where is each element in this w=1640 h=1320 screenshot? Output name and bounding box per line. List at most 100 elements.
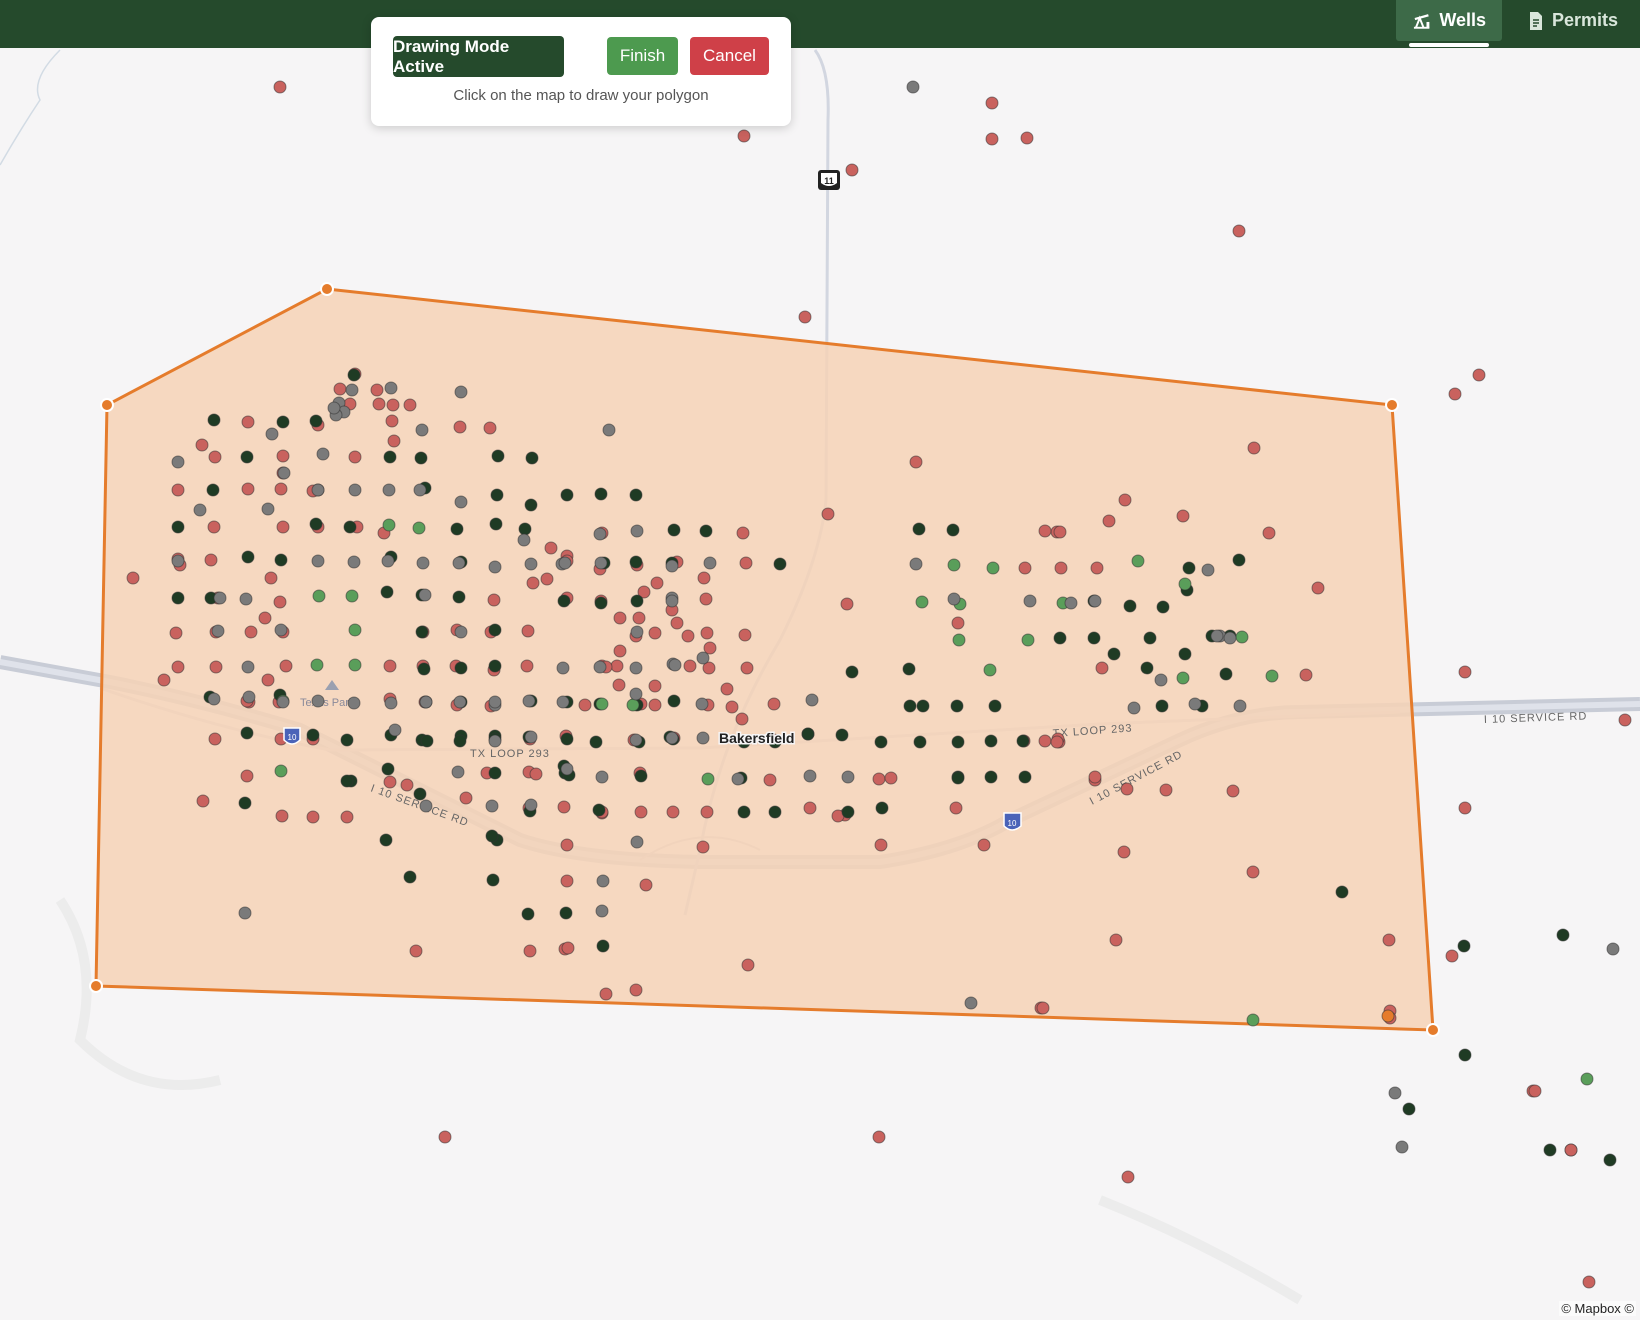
well-marker-gray[interactable] [239, 592, 253, 606]
well-marker-red[interactable] [612, 678, 626, 692]
well-marker-green[interactable] [310, 658, 324, 672]
well-marker-red[interactable] [438, 1130, 452, 1144]
well-marker-gray[interactable] [630, 835, 644, 849]
polygon-vertex-handle[interactable] [100, 398, 114, 412]
well-marker-gray[interactable] [485, 799, 499, 813]
well-marker-gray[interactable] [242, 690, 256, 704]
well-marker-dark[interactable] [903, 699, 917, 713]
well-marker-gray[interactable] [665, 559, 679, 573]
well-marker-gray[interactable] [629, 687, 643, 701]
well-marker-green[interactable] [274, 764, 288, 778]
well-marker-red[interactable] [279, 659, 293, 673]
well-marker-red[interactable] [523, 944, 537, 958]
well-marker-dark[interactable] [984, 734, 998, 748]
well-marker-red[interactable] [273, 595, 287, 609]
well-marker-red[interactable] [699, 592, 713, 606]
cancel-button[interactable]: Cancel [690, 37, 769, 75]
well-marker-dark[interactable] [592, 803, 606, 817]
well-marker-red[interactable] [276, 520, 290, 534]
well-marker-gray[interactable] [805, 693, 819, 707]
well-marker-red[interactable] [840, 597, 854, 611]
well-marker-red[interactable] [171, 483, 185, 497]
well-marker-dark[interactable] [490, 488, 504, 502]
well-marker-red[interactable] [1472, 368, 1486, 382]
well-marker-gray[interactable] [207, 692, 221, 706]
well-marker-dark[interactable] [414, 451, 428, 465]
well-marker-dark[interactable] [773, 557, 787, 571]
well-marker-red[interactable] [1121, 1170, 1135, 1184]
well-marker-gray[interactable] [524, 798, 538, 812]
well-marker-red[interactable] [560, 838, 574, 852]
well-marker-red[interactable] [613, 611, 627, 625]
well-marker-red[interactable] [557, 800, 571, 814]
well-marker-dark[interactable] [485, 829, 499, 843]
well-marker-gray[interactable] [1201, 563, 1215, 577]
well-marker-red[interactable] [1095, 661, 1109, 675]
well-marker-red[interactable] [386, 398, 400, 412]
well-marker-dark[interactable] [452, 590, 466, 604]
well-marker-red[interactable] [610, 659, 624, 673]
well-marker-red[interactable] [648, 698, 662, 712]
well-marker-gray[interactable] [277, 466, 291, 480]
well-marker-gray[interactable] [1233, 699, 1247, 713]
well-marker-dark[interactable] [1087, 631, 1101, 645]
well-marker-dark[interactable] [521, 907, 535, 921]
well-marker-dark[interactable] [841, 805, 855, 819]
well-marker-red[interactable] [977, 838, 991, 852]
well-marker-dark[interactable] [875, 801, 889, 815]
well-marker-dark[interactable] [667, 694, 681, 708]
well-marker-red[interactable] [521, 624, 535, 638]
well-marker-red[interactable] [1117, 845, 1131, 859]
well-marker-red[interactable] [370, 383, 384, 397]
well-marker-dark[interactable] [274, 553, 288, 567]
well-marker-dark[interactable] [1402, 1102, 1416, 1116]
well-marker-gray[interactable] [556, 661, 570, 675]
well-marker-green[interactable] [1131, 554, 1145, 568]
well-marker-dark[interactable] [1458, 1048, 1472, 1062]
well-marker-red[interactable] [540, 572, 554, 586]
well-marker-dark[interactable] [699, 524, 713, 538]
well-marker-dark[interactable] [454, 661, 468, 675]
well-marker-dark[interactable] [946, 523, 960, 537]
well-marker-red[interactable] [385, 414, 399, 428]
well-marker-red[interactable] [1176, 509, 1190, 523]
well-marker-gray[interactable] [1606, 942, 1620, 956]
well-marker-red[interactable] [725, 700, 739, 714]
well-marker-red[interactable] [1038, 734, 1052, 748]
well-marker-gray[interactable] [947, 592, 961, 606]
well-marker-gray[interactable] [274, 623, 288, 637]
well-marker-gray[interactable] [316, 447, 330, 461]
well-marker-red[interactable] [453, 420, 467, 434]
well-marker-gray[interactable] [630, 524, 644, 538]
well-marker-gray[interactable] [311, 694, 325, 708]
well-marker-dark[interactable] [1543, 1143, 1557, 1157]
well-marker-red[interactable] [333, 382, 347, 396]
well-marker-gray[interactable] [382, 483, 396, 497]
well-marker-dark[interactable] [801, 727, 815, 741]
well-marker-green[interactable] [348, 623, 362, 637]
well-marker-dark[interactable] [171, 591, 185, 605]
well-marker-red[interactable] [741, 958, 755, 972]
well-marker-gray[interactable] [595, 904, 609, 918]
well-marker-gray[interactable] [593, 527, 607, 541]
well-marker-red[interactable] [740, 661, 754, 675]
well-marker-dark[interactable] [381, 762, 395, 776]
well-marker-red[interactable] [639, 878, 653, 892]
well-marker-red[interactable] [208, 450, 222, 464]
well-marker-dark[interactable] [984, 770, 998, 784]
well-marker-dark[interactable] [1335, 885, 1349, 899]
finish-button[interactable]: Finish [607, 37, 678, 75]
well-marker-red[interactable] [821, 507, 835, 521]
well-marker-red[interactable] [1458, 665, 1472, 679]
well-marker-gray[interactable] [558, 556, 572, 570]
well-marker-red[interactable] [276, 449, 290, 463]
well-marker-dark[interactable] [1053, 631, 1067, 645]
well-marker-gray[interactable] [964, 996, 978, 1010]
well-marker-red[interactable] [209, 660, 223, 674]
well-marker-gray[interactable] [193, 503, 207, 517]
well-marker-red[interactable] [1299, 668, 1313, 682]
well-marker-gray[interactable] [909, 557, 923, 571]
well-marker-dark[interactable] [524, 498, 538, 512]
well-marker-red[interactable] [204, 553, 218, 567]
well-marker-red[interactable] [1053, 525, 1067, 539]
